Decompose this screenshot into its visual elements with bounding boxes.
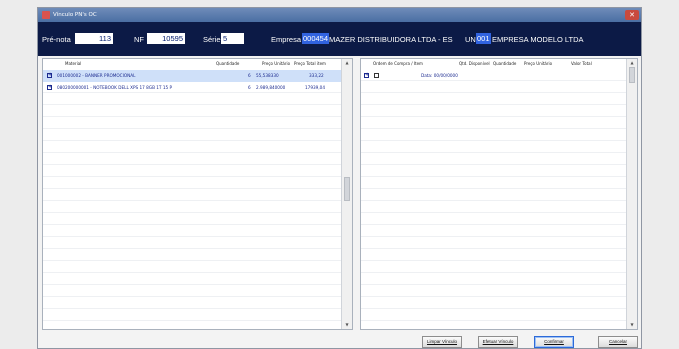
cancelar-button[interactable]: Cancelar bbox=[598, 336, 638, 348]
limpar-vinculo-label: Limpar Vínculo bbox=[426, 339, 457, 344]
col-ordem-compra[interactable]: Ordem de Compra / Item bbox=[373, 59, 423, 69]
materials-grid-body: + 001000002 - BANNER PROMOCIONAL 6 55,53… bbox=[43, 69, 342, 329]
orders-scrollbar[interactable]: ▲ ▼ bbox=[626, 59, 637, 329]
table-row[interactable]: + Data: 00/00/0000 bbox=[361, 70, 627, 82]
prenota-label: Pré-nota bbox=[42, 35, 71, 44]
confirmar-button[interactable]: Confirmar bbox=[534, 336, 574, 348]
empresa-name: MAZER DISTRIBUIDORA LTDA - ES bbox=[329, 35, 453, 44]
cell-material: 080200000001 - NOTEBOOK DELL XPS 17 8GB … bbox=[57, 85, 173, 90]
cell-quantidade: 6 bbox=[248, 85, 251, 90]
cell-quantidade: 6 bbox=[248, 73, 251, 78]
scroll-down-icon[interactable]: ▼ bbox=[342, 321, 352, 329]
expand-icon[interactable]: + bbox=[47, 85, 52, 90]
un-code: 001 bbox=[476, 33, 491, 44]
row-checkbox[interactable] bbox=[374, 73, 379, 78]
close-icon[interactable]: ✕ bbox=[625, 10, 639, 20]
col-valor-total[interactable]: Valor Total bbox=[571, 59, 592, 69]
scroll-up-icon[interactable]: ▲ bbox=[342, 59, 352, 67]
nf-label: NF bbox=[134, 35, 144, 44]
scroll-thumb[interactable] bbox=[629, 67, 635, 83]
col-preco-unitario[interactable]: Preço Unitário bbox=[262, 59, 290, 69]
efetuar-vinculo-label: Efetuar Vínculo bbox=[482, 339, 514, 344]
confirmar-label: Confirmar bbox=[544, 339, 564, 344]
table-row[interactable]: + 001000002 - BANNER PROMOCIONAL 6 55,53… bbox=[43, 70, 342, 82]
materials-scrollbar[interactable]: ▲ ▼ bbox=[341, 59, 352, 329]
scroll-thumb[interactable] bbox=[344, 177, 350, 201]
col-material[interactable]: Material bbox=[65, 59, 81, 69]
limpar-vinculo-button[interactable]: Limpar Vínculo bbox=[422, 336, 462, 348]
table-row[interactable]: + 080200000001 - NOTEBOOK DELL XPS 17 8G… bbox=[43, 82, 342, 94]
purchase-orders-grid: Ordem de Compra / Item Qtd. Disponível Q… bbox=[360, 58, 638, 330]
app-icon bbox=[42, 11, 50, 19]
dialog-window: Vínculo PN's OC ✕ Pré-nota 113 NF 10595 … bbox=[37, 7, 642, 349]
empresa-label: Empresa bbox=[271, 35, 302, 44]
cancelar-label: Cancelar bbox=[608, 339, 627, 344]
serie-label: Série bbox=[203, 35, 221, 44]
cell-preco-total: 17939,04 bbox=[305, 85, 325, 90]
efetuar-vinculo-button[interactable]: Efetuar Vínculo bbox=[478, 336, 518, 348]
col-quantidade[interactable]: Quantidade bbox=[493, 59, 516, 69]
scroll-up-icon[interactable]: ▲ bbox=[627, 59, 637, 67]
expand-icon[interactable]: + bbox=[364, 73, 369, 78]
nf-field[interactable]: 10595 bbox=[147, 33, 185, 44]
scroll-down-icon[interactable]: ▼ bbox=[627, 321, 637, 329]
window-title: Vínculo PN's OC bbox=[53, 12, 97, 18]
col-quantidade[interactable]: Quantidade bbox=[216, 59, 239, 69]
cell-preco-unitario: 2.989,840000 bbox=[256, 85, 286, 90]
cell-data: Data: 00/00/0000 bbox=[421, 73, 458, 78]
col-preco-total[interactable]: Preço Total item bbox=[294, 59, 326, 69]
un-label: UN bbox=[465, 35, 476, 44]
col-preco-unitario[interactable]: Preço Unitário bbox=[524, 59, 552, 69]
cell-preco-total: 333,22 bbox=[309, 73, 324, 78]
cell-material: 001000002 - BANNER PROMOCIONAL bbox=[57, 73, 136, 78]
expand-icon[interactable]: + bbox=[47, 73, 52, 78]
title-bar: Vínculo PN's OC ✕ bbox=[38, 8, 641, 22]
un-name: EMPRESA MODELO LTDA bbox=[492, 35, 584, 44]
serie-field[interactable]: 5 bbox=[221, 33, 244, 44]
materials-grid: Material Quantidade Preço Unitário Preço… bbox=[42, 58, 353, 330]
header-bar: Pré-nota 113 NF 10595 Série 5 Empresa 00… bbox=[38, 22, 641, 56]
empresa-code: 000454 bbox=[302, 33, 330, 44]
orders-grid-body: + Data: 00/00/0000 bbox=[361, 69, 627, 329]
prenota-field[interactable]: 113 bbox=[75, 33, 113, 44]
cell-preco-unitario: 55,538330 bbox=[256, 73, 279, 78]
col-qtd-disponivel[interactable]: Qtd. Disponível bbox=[459, 59, 490, 69]
